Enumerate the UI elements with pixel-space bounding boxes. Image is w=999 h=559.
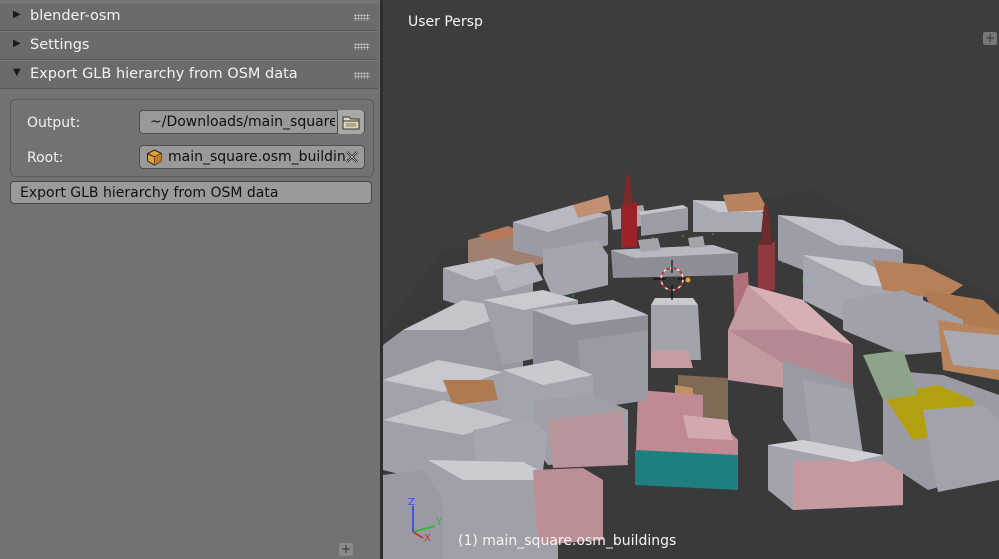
collapse-triangle-icon[interactable]: ▼: [13, 67, 21, 78]
viewport-view-title: User Persp: [408, 14, 483, 30]
output-path-field[interactable]: ~/Downloads/main_square: [139, 110, 365, 134]
region-toggle-plus-icon[interactable]: +: [983, 32, 997, 45]
3d-viewport[interactable]: Z Y X User Persp (1) main_square.osm_bui…: [383, 0, 999, 559]
folder-icon: [342, 116, 360, 130]
drag-grip-icon[interactable]: [354, 43, 370, 50]
axis-z-label: Z: [408, 497, 415, 508]
root-label: Root:: [27, 150, 64, 166]
expand-triangle-icon[interactable]: ▶: [13, 38, 21, 49]
panel-title: blender-osm: [30, 8, 121, 24]
clear-x-icon[interactable]: [344, 149, 360, 165]
region-resize-plus-icon[interactable]: +: [339, 543, 353, 556]
output-path-value: ~/Downloads/main_square: [150, 114, 335, 130]
tool-panel: ▶ blender-osm ▶ Settings ▼ Export GLB hi…: [0, 0, 383, 559]
drag-grip-icon[interactable]: [354, 14, 370, 21]
output-label: Output:: [27, 115, 81, 131]
cube-icon: [147, 149, 162, 166]
panel-header-export[interactable]: ▼ Export GLB hierarchy from OSM data: [0, 60, 378, 89]
axis-y-label: Y: [436, 517, 443, 528]
export-options-box: Output: ~/Downloads/main_square Root: ma…: [10, 99, 374, 177]
export-glb-button[interactable]: Export GLB hierarchy from OSM data: [10, 181, 372, 204]
drag-grip-icon[interactable]: [354, 72, 370, 79]
panel-title: Export GLB hierarchy from OSM data: [30, 66, 298, 82]
panel-header-settings[interactable]: ▶ Settings: [0, 31, 378, 60]
export-glb-button-label: Export GLB hierarchy from OSM data: [20, 185, 279, 201]
city-scene: [383, 175, 999, 559]
viewport-object-status: (1) main_square.osm_buildings: [458, 533, 677, 549]
root-object-field[interactable]: main_square.osm_buildin...: [139, 145, 365, 169]
root-object-value: main_square.osm_buildin...: [168, 149, 348, 165]
panel-header-blender-osm[interactable]: ▶ blender-osm: [0, 2, 378, 31]
expand-triangle-icon[interactable]: ▶: [13, 9, 21, 20]
axis-x-label: X: [424, 533, 431, 544]
panel-title: Settings: [30, 37, 90, 53]
folder-browse-button[interactable]: [337, 110, 364, 134]
